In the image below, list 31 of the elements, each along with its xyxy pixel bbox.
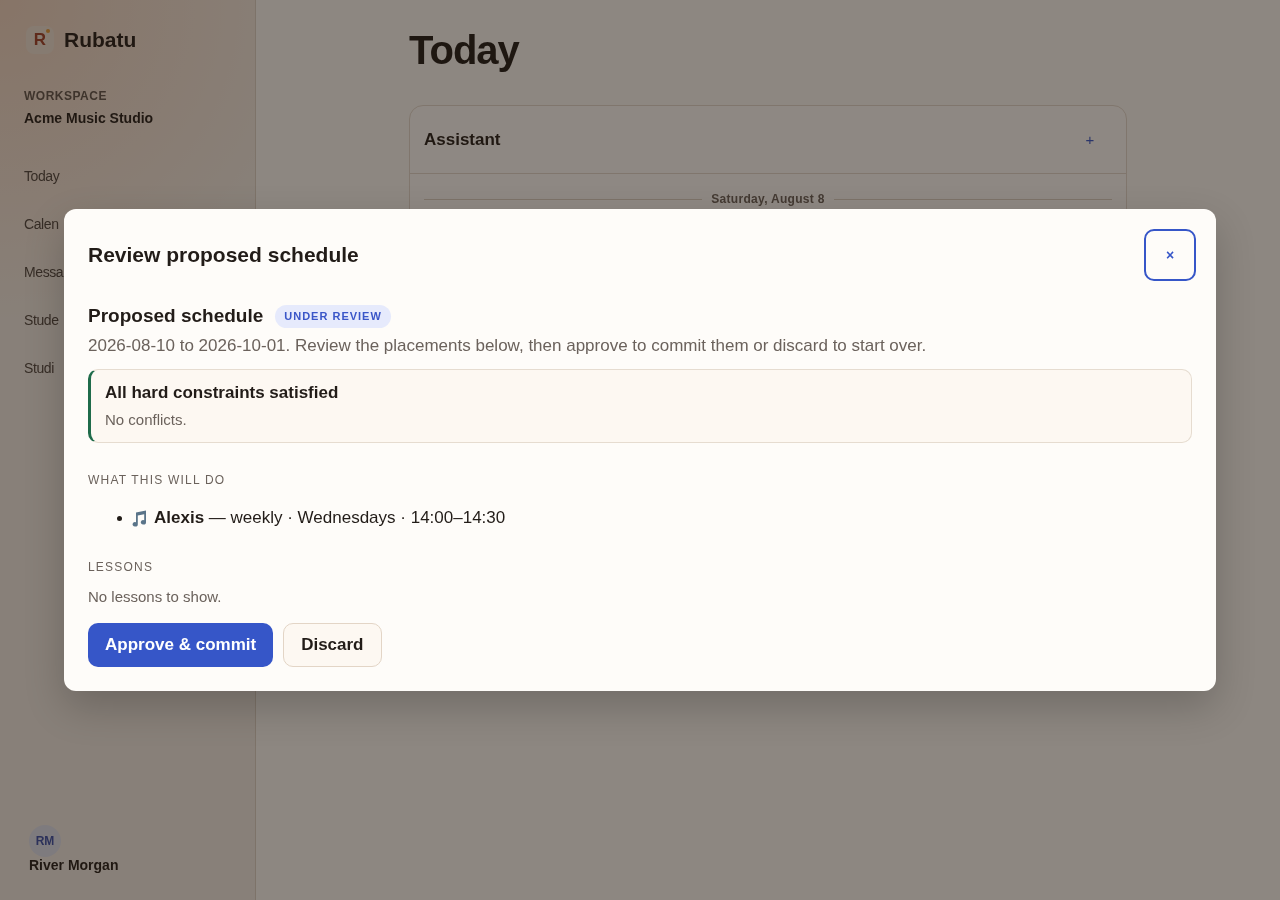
- action-text: Alexis — weekly · Wednesdays · 14:00–14:30: [154, 507, 506, 529]
- dialog-title: Review proposed schedule: [88, 243, 359, 267]
- description-text: 2026-08-10 to 2026-10-01. Review the placements below, then approve to commit them or discard to start over.: [88, 335, 928, 357]
- date-divider-label: Saturday, August 8: [711, 192, 825, 206]
- user-avatar: RM: [29, 825, 61, 857]
- bullet-icon: [117, 515, 122, 521]
- section-label: WHAT THIS WILL DO: [88, 472, 227, 488]
- status-badge: UNDER REVIEW: [275, 304, 391, 328]
- nav-item[interactable]: Today: [24, 152, 60, 200]
- empty-message: No lessons to show.: [88, 587, 223, 607]
- nav-item[interactable]: Messa: [24, 248, 64, 296]
- page-title: Today: [409, 27, 521, 74]
- alert-detail: No conflicts.: [105, 410, 188, 430]
- nav-item[interactable]: Calen: [24, 200, 59, 248]
- logo-letter: R: [33, 30, 47, 50]
- workspace-label: WORKSPACE: [24, 88, 108, 104]
- add-button[interactable]: +: [1074, 123, 1106, 156]
- dot-icon: [46, 29, 50, 33]
- section-label: LESSONS: [88, 559, 155, 575]
- discard-button[interactable]: Discard: [283, 623, 382, 667]
- card-title: Assistant: [424, 129, 501, 150]
- brand-name: Rubatu: [64, 28, 137, 52]
- nav-item[interactable]: Studi: [24, 344, 54, 392]
- user-name: River Morgan: [29, 856, 119, 874]
- close-button[interactable]: ×: [1144, 229, 1196, 281]
- workspace-name: Acme Music Studio: [24, 109, 155, 128]
- approve-button[interactable]: Approve & commit: [88, 623, 274, 667]
- nav-item[interactable]: Stude: [24, 296, 59, 344]
- alert-title: All hard constraints satisfied: [105, 382, 340, 404]
- music-note-icon: [130, 509, 148, 527]
- section-heading: Proposed schedule: [88, 304, 264, 328]
